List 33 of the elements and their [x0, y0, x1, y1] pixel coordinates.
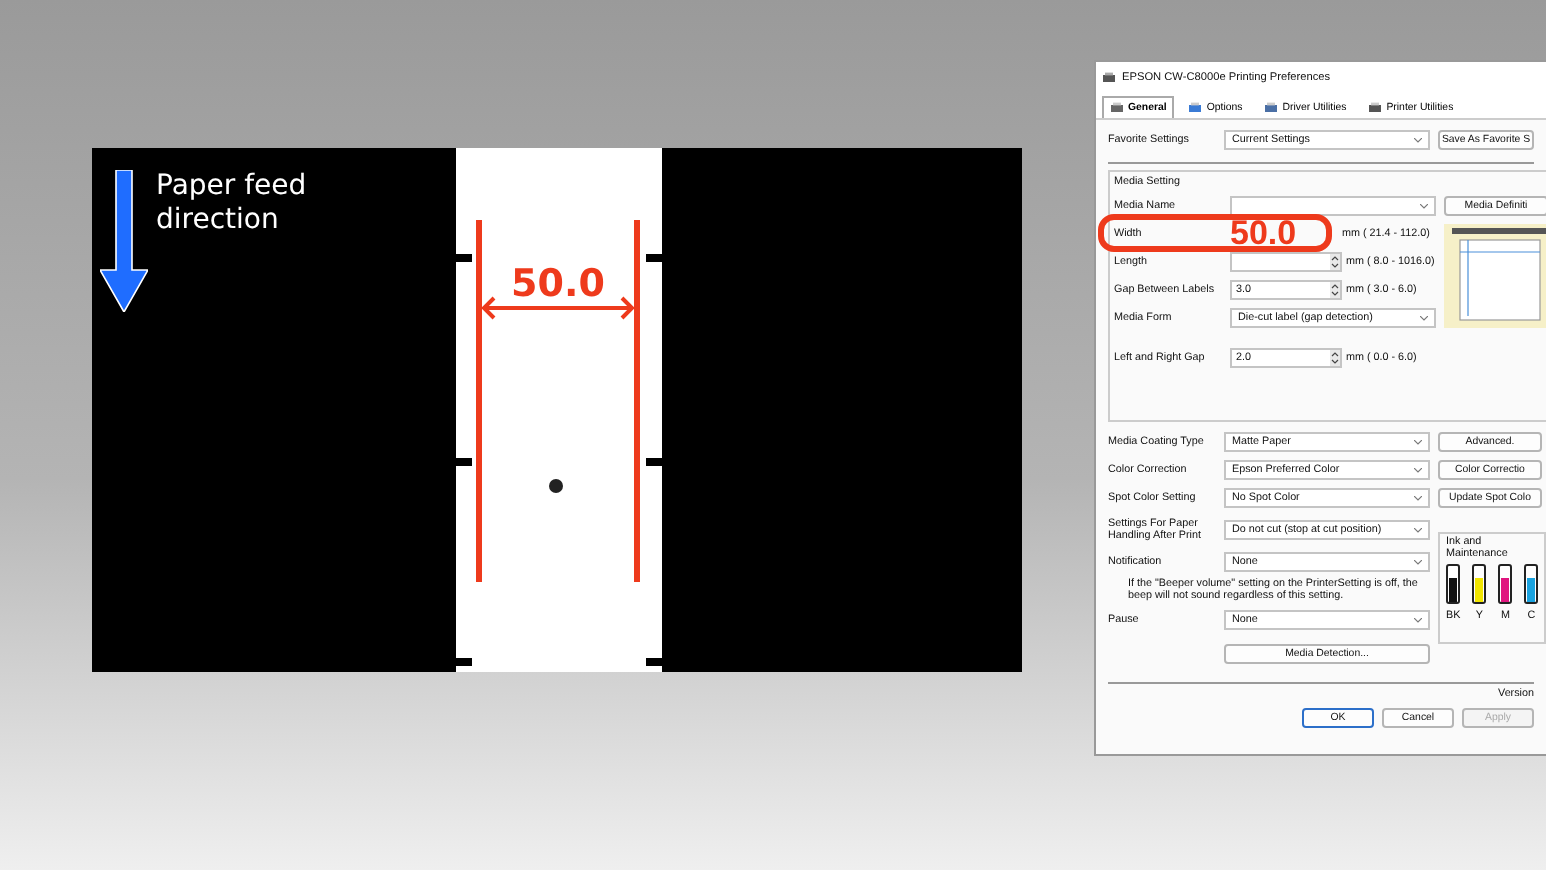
gap-mark — [456, 658, 472, 666]
number-field[interactable] — [1230, 252, 1342, 272]
chevron-icon — [1414, 559, 1422, 565]
chevron-icon — [1420, 203, 1428, 209]
printer-icon — [1188, 102, 1203, 114]
ink-tank-icon — [1446, 564, 1461, 604]
dropdown[interactable] — [1230, 196, 1436, 216]
spinner-icon[interactable] — [1330, 282, 1340, 298]
ink-tank-icon — [1472, 564, 1487, 604]
gap-mark — [646, 458, 662, 466]
highlighted-value: 50.0 — [1230, 220, 1299, 248]
printer-icon — [1102, 71, 1116, 83]
gap-mark — [646, 254, 662, 262]
gap-mark — [456, 458, 472, 466]
printer-icon — [1264, 102, 1279, 114]
printer-icon — [1368, 102, 1383, 114]
gap-mark — [456, 254, 472, 262]
chevron-icon — [1414, 439, 1422, 445]
spinner-icon[interactable] — [1330, 350, 1340, 366]
dimension-label: 50.0 — [511, 262, 605, 306]
down-arrow-icon — [100, 170, 148, 312]
chevron-icon — [1414, 495, 1422, 501]
chevron-icon — [1414, 617, 1422, 623]
chevron-icon — [1414, 467, 1422, 473]
chevron-icon — [1414, 527, 1422, 533]
ink-tank-icon — [1498, 564, 1513, 604]
sensor-dot — [549, 479, 563, 493]
chevron-icon — [1420, 315, 1428, 321]
chevron-icon — [1414, 137, 1422, 143]
feed-direction-label: Paper feed direction — [156, 170, 309, 240]
ink-tank-icon — [1524, 564, 1539, 604]
gap-mark — [646, 658, 662, 666]
spinner-icon[interactable] — [1330, 254, 1340, 270]
